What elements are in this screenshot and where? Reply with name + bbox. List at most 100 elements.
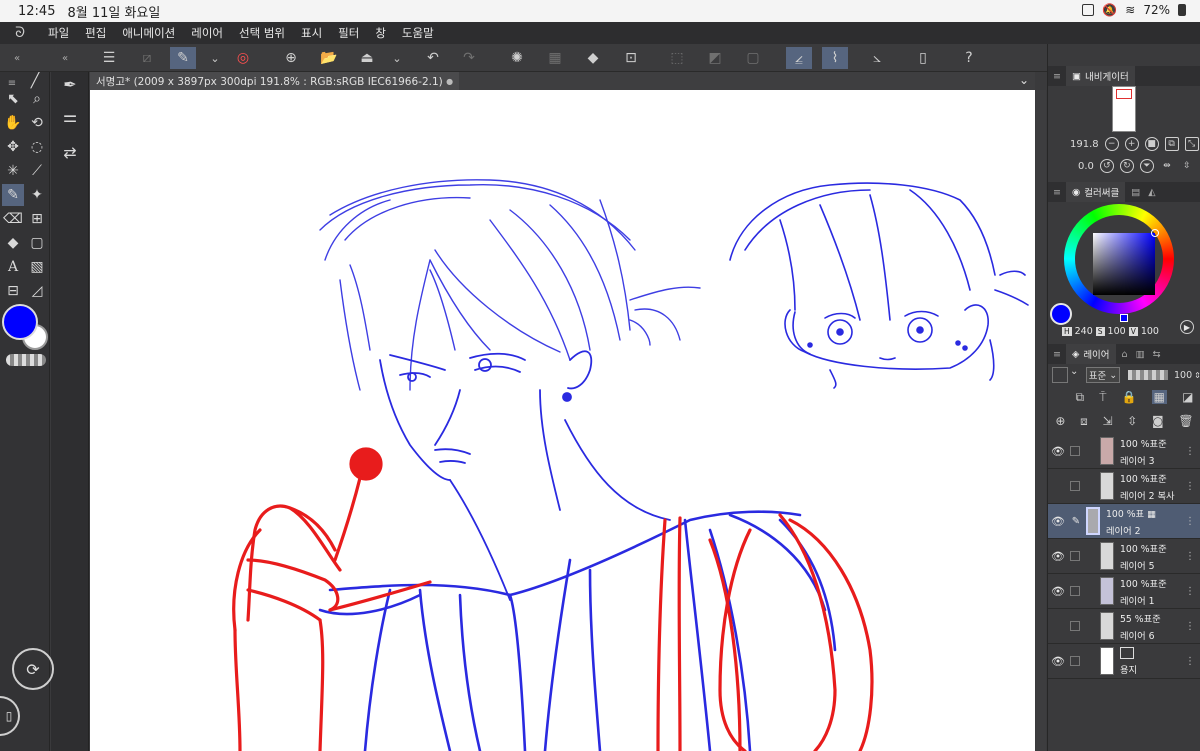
fill-bucket-icon[interactable]: ◆ (2, 232, 24, 254)
pen-icon[interactable]: ✎ (2, 184, 24, 206)
tab-chevron-icon[interactable]: ⌄ (1019, 73, 1029, 87)
layer-color-dropdown-icon[interactable]: ⌄ (1070, 366, 1078, 377)
sparkle-icon[interactable]: ✦ (26, 184, 48, 206)
hand-icon[interactable]: ✋ (2, 112, 24, 134)
fit-window-icon[interactable]: ⤡ (1184, 137, 1199, 151)
layer-row[interactable]: 100 %표준 레이어 2 복사 ⋮ (1048, 469, 1200, 504)
lock-icon[interactable]: 🔒 (1122, 390, 1137, 404)
lock-transparent-icon[interactable]: ▦ (1151, 390, 1167, 404)
deselect-icon[interactable]: ⬚ (664, 47, 690, 69)
drag-handle-icon[interactable]: ⋮ (1185, 551, 1195, 562)
menu-help[interactable]: 도움말 (394, 25, 442, 41)
animation-tab-icon[interactable]: ⇆ (1153, 349, 1161, 360)
quick-access-icon[interactable]: ⟳ (12, 648, 54, 690)
fit-icon[interactable]: ⧉ (1164, 137, 1179, 151)
zoom-in-icon[interactable]: + (1124, 137, 1139, 151)
visibility-eye-icon[interactable]: 👁 (1048, 585, 1068, 598)
delete-layer-icon[interactable]: 🗑 (1178, 414, 1193, 428)
layer-row-selected[interactable]: 👁 ✎ 100 %표 ▦ 레이어 2 ⋮ (1048, 504, 1200, 539)
layer-check-box[interactable] (1070, 656, 1080, 666)
sub-tool-pen-icon[interactable]: ✒ (57, 72, 83, 96)
loading-icon[interactable]: ✺ (504, 47, 530, 69)
merge-layer-icon[interactable]: ⇳ (1127, 414, 1137, 428)
menu-hamburger-icon[interactable]: ☰ (96, 47, 122, 69)
reset-rotation-icon[interactable]: ⏷ (1139, 159, 1154, 173)
rectangle-icon[interactable]: ▢ (26, 232, 48, 254)
color-circle-tab[interactable]: ◉ 컬러써클 (1066, 182, 1126, 202)
open-folder-icon[interactable]: 📂 (316, 47, 342, 69)
perspective-icon[interactable]: ⦣ (864, 47, 890, 69)
menu-filter[interactable]: 필터 (330, 25, 367, 41)
app-logo-icon[interactable]: ᘐ (0, 25, 40, 41)
clear-icon[interactable]: ▦ (542, 47, 568, 69)
current-color-swatch[interactable] (1050, 303, 1072, 325)
drag-handle-icon[interactable]: ⋮ (1185, 481, 1195, 492)
color-mode-switch-icon[interactable]: ▶ (1180, 320, 1194, 334)
opacity-slider[interactable] (1128, 370, 1168, 380)
ruler-snap-icon[interactable]: ⦤ (786, 47, 812, 69)
rotate-icon[interactable]: ⟲ (26, 112, 48, 134)
color-slider-tab-icon[interactable]: ▤ (1131, 187, 1140, 198)
new-canvas-icon[interactable]: ⊕ (278, 47, 304, 69)
sv-picker-handle[interactable] (1151, 229, 1159, 237)
menu-animation[interactable]: 애니메이션 (114, 25, 183, 41)
brush-snap-icon[interactable]: ⌇ (822, 47, 848, 69)
actual-size-icon[interactable]: ■ (1144, 137, 1159, 151)
save-icon[interactable]: ⏏ (354, 47, 380, 69)
clip-layer-icon[interactable]: ⧉ (1076, 390, 1085, 405)
layer-tab[interactable]: ◈ 레이어 (1066, 344, 1116, 364)
undo-icon[interactable]: ↶ (420, 47, 446, 69)
redo-icon[interactable]: ↷ (456, 47, 482, 69)
layer-check-box[interactable] (1070, 621, 1080, 631)
new-raster-layer-icon[interactable]: ⊕ (1055, 414, 1065, 428)
new-folder-icon[interactable]: ⧈ (1080, 414, 1088, 429)
panel-menu-icon[interactable]: ≡ (1048, 71, 1066, 82)
canvas[interactable] (90, 90, 1035, 751)
drag-handle-icon[interactable]: ⋮ (1185, 446, 1195, 457)
menu-window[interactable]: 창 (367, 25, 394, 41)
gradient-icon[interactable]: ▧ (26, 256, 48, 278)
layer-panel-menu-icon[interactable]: ≡ (1048, 349, 1066, 360)
move-icon[interactable]: ✥ (2, 136, 24, 158)
layer-color-swatch[interactable] (1052, 367, 1068, 383)
record-icon[interactable]: ◎ (230, 47, 256, 69)
transfer-layer-icon[interactable]: ⇲ (1102, 414, 1112, 428)
menu-file[interactable]: 파일 (40, 25, 77, 41)
tool-property-icon[interactable]: ⚌ (57, 104, 83, 128)
layer-row[interactable]: 55 %표준 레이어 6 ⋮ (1048, 609, 1200, 644)
transform-icon[interactable]: ⧄ (134, 47, 160, 69)
visibility-eye-icon[interactable]: 👁 (1048, 550, 1068, 563)
ruler-icon[interactable]: ◿ (26, 280, 48, 302)
collapse-left-icon[interactable]: « (4, 47, 30, 69)
invert-selection-icon[interactable]: ◩ (702, 47, 728, 69)
magic-wand-icon[interactable]: ✳ (2, 160, 24, 182)
hue-picker-handle[interactable] (1120, 314, 1128, 322)
color-panel-menu-icon[interactable]: ≡ (1048, 187, 1066, 198)
menu-edit[interactable]: 편집 (77, 25, 114, 41)
opacity-value[interactable]: 100 (1174, 370, 1192, 381)
help-icon[interactable]: ? (956, 47, 982, 69)
layer-mask-icon[interactable]: ◙ (1152, 414, 1164, 428)
canvas-area[interactable] (90, 90, 1035, 751)
layer-check-box[interactable] (1070, 446, 1080, 456)
dropdown-chevron-icon[interactable]: ⌄ (202, 47, 228, 69)
zoom-value[interactable]: 191.8 (1070, 139, 1099, 150)
flip-vertical-icon[interactable]: ⇳ (1180, 159, 1194, 173)
opacity-stepper-icon[interactable]: ⇕ (1194, 371, 1200, 380)
object-select-icon[interactable]: ⬉ (2, 88, 24, 110)
eraser-icon[interactable]: ⌫ (2, 208, 24, 230)
select-layer-icon[interactable]: ▢ (740, 47, 766, 69)
rotate-right-icon[interactable]: ↻ (1119, 159, 1134, 173)
menu-layer[interactable]: 레이어 (183, 25, 231, 41)
text-icon[interactable]: A (2, 256, 24, 278)
drag-handle-icon[interactable]: ⋮ (1185, 621, 1195, 632)
collapse-tool-icon[interactable]: « (52, 47, 78, 69)
drag-handle-icon[interactable]: ⋮ (1185, 656, 1195, 667)
saturation-value-square[interactable] (1093, 233, 1155, 295)
edit-selection-icon[interactable]: ✎ (170, 47, 196, 69)
flip-horizontal-icon[interactable]: ⇹ (1160, 159, 1174, 173)
layer-row[interactable]: 👁 100 %표준 레이어 5 ⋮ (1048, 539, 1200, 574)
rotate-left-icon[interactable]: ↺ (1099, 159, 1114, 173)
color-history-tab-icon[interactable]: ◭ (1148, 187, 1155, 198)
grid-icon[interactable]: ⊞ (26, 208, 48, 230)
